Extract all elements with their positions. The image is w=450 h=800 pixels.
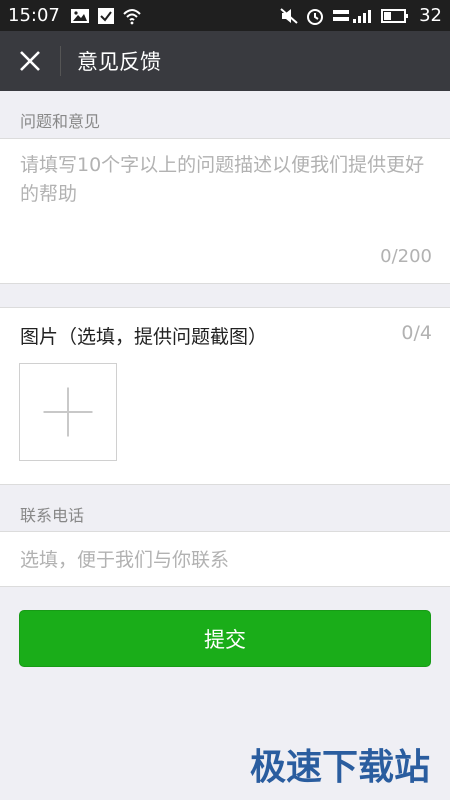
close-button[interactable] xyxy=(0,31,60,91)
status-bar: 15:07 32 xyxy=(0,0,450,31)
feedback-char-counter: 0/200 xyxy=(380,246,432,267)
contact-placeholder: 选填，便于我们与你联系 xyxy=(20,549,230,571)
image-counter: 0/4 xyxy=(401,322,432,344)
close-icon xyxy=(20,51,40,71)
signal-icon xyxy=(331,7,375,25)
contact-section-label: 联系电话 xyxy=(20,506,85,525)
image-icon xyxy=(70,7,90,25)
plus-icon xyxy=(43,387,93,437)
submit-button[interactable]: 提交 xyxy=(19,610,431,667)
contact-phone-input[interactable]: 选填，便于我们与你联系 xyxy=(0,531,450,587)
battery-icon xyxy=(381,7,409,25)
status-time: 15:07 xyxy=(8,5,60,26)
feedback-textarea[interactable]: 请填写10个字以上的问题描述以便我们提供更好的帮助 0/200 xyxy=(0,138,450,284)
check-mail-icon xyxy=(96,7,116,25)
image-section-title: 图片（选填，提供问题截图） xyxy=(20,326,268,348)
feedback-placeholder: 请填写10个字以上的问题描述以便我们提供更好的帮助 xyxy=(20,154,425,205)
mute-icon xyxy=(279,7,299,25)
battery-level: 32 xyxy=(419,5,442,26)
feedback-section-label: 问题和意见 xyxy=(20,112,101,131)
alarm-icon xyxy=(305,7,325,25)
status-left-icons xyxy=(70,7,142,25)
status-right-icons: 32 xyxy=(279,5,442,26)
wifi-icon xyxy=(122,7,142,25)
title-bar: 意见反馈 xyxy=(0,31,450,91)
page-title: 意见反馈 xyxy=(77,50,161,74)
add-image-button[interactable] xyxy=(19,363,117,461)
watermark-logo: 极速下载站 xyxy=(249,747,430,788)
image-section: 图片（选填，提供问题截图） 0/4 xyxy=(0,307,450,485)
title-divider xyxy=(60,46,61,76)
